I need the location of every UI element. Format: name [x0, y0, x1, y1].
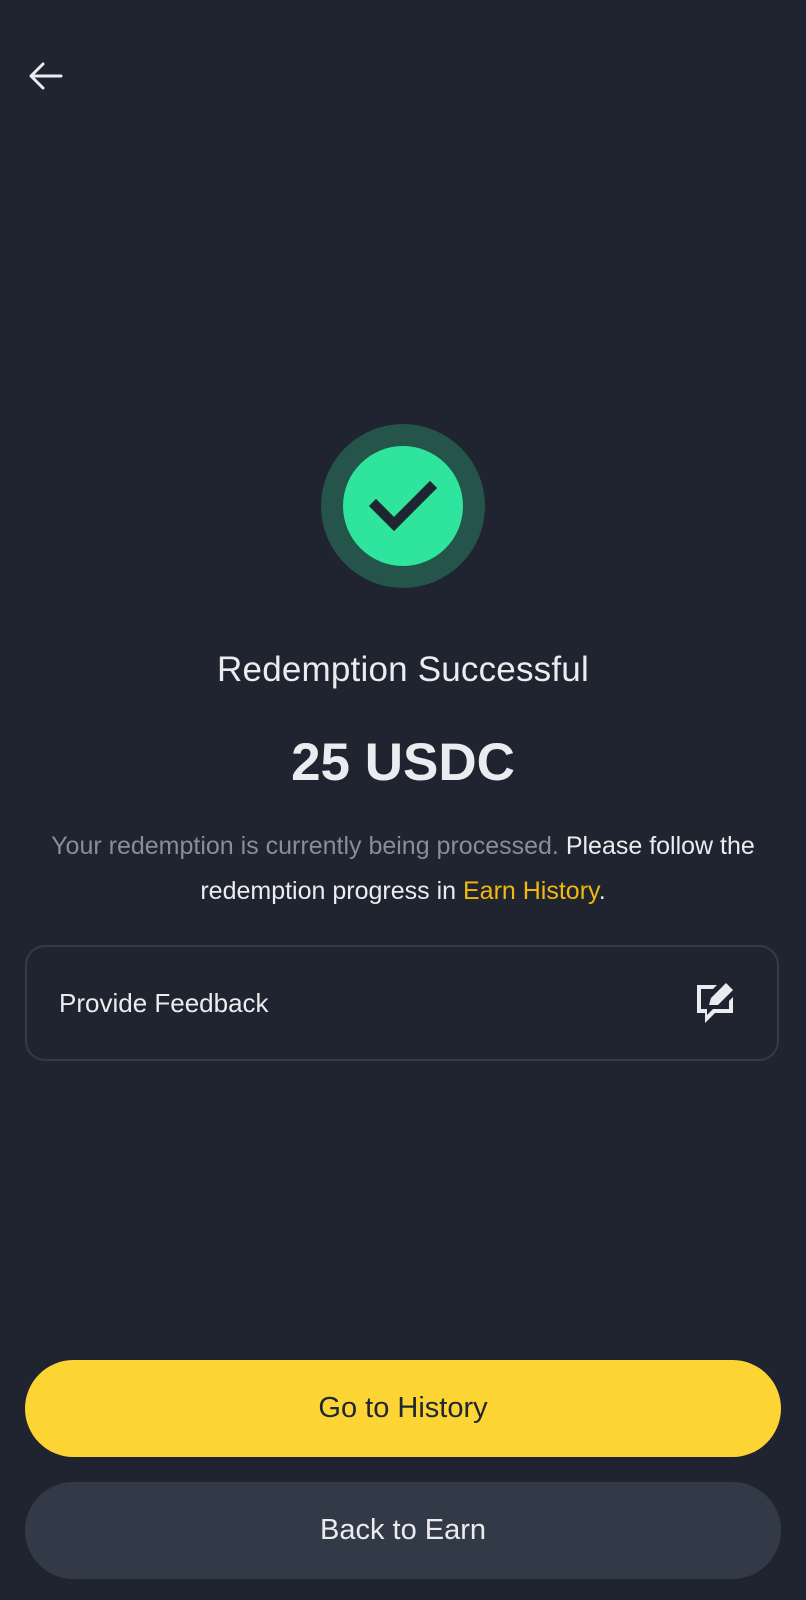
redeemed-amount: 25 USDC — [291, 733, 515, 792]
status-message: Your redemption is currently being proce… — [20, 824, 786, 914]
redemption-success-screen: Redemption Successful 25 USDC Your redem… — [0, 0, 806, 1600]
status-title: Redemption Successful — [217, 650, 589, 689]
message-processing-text: Your redemption is currently being proce… — [51, 832, 559, 860]
back-to-earn-button[interactable]: Back to Earn — [25, 1482, 781, 1579]
success-badge — [321, 424, 485, 588]
message-end-text: . — [598, 877, 606, 905]
arrow-left-icon — [29, 62, 63, 90]
go-to-history-button[interactable]: Go to History — [25, 1360, 781, 1457]
check-icon — [368, 480, 438, 532]
earn-history-link[interactable]: Earn History — [463, 877, 599, 905]
provide-feedback-card[interactable]: Provide Feedback — [25, 945, 779, 1061]
back-button[interactable] — [22, 56, 70, 96]
feedback-edit-icon — [697, 983, 733, 1023]
feedback-label: Provide Feedback — [59, 987, 269, 1018]
success-badge-inner — [343, 446, 463, 566]
